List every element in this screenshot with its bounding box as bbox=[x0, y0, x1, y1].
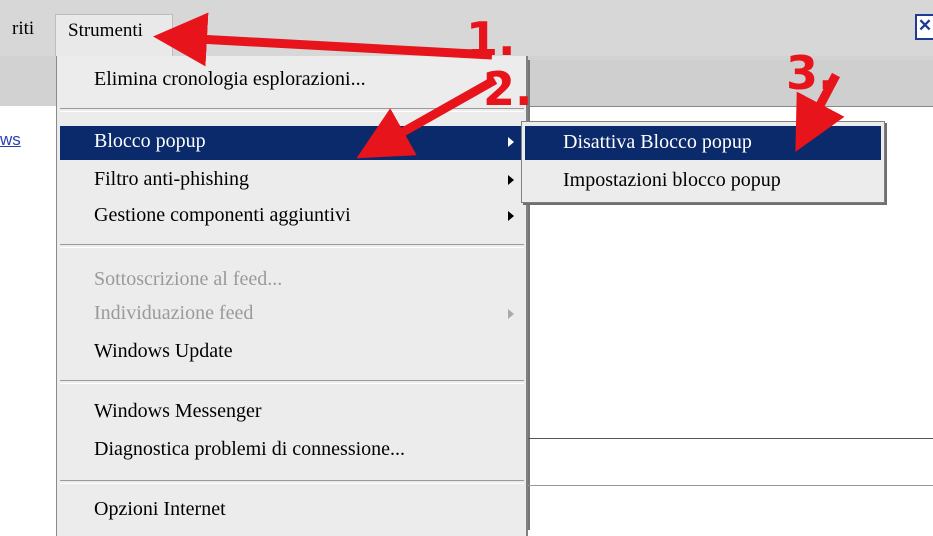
step2-arrow bbox=[356, 76, 498, 159]
step1-label: 1. bbox=[466, 12, 516, 66]
step3-label: 3. bbox=[786, 46, 836, 100]
step2-label: 2. bbox=[483, 62, 533, 116]
step1-arrow bbox=[153, 12, 493, 67]
